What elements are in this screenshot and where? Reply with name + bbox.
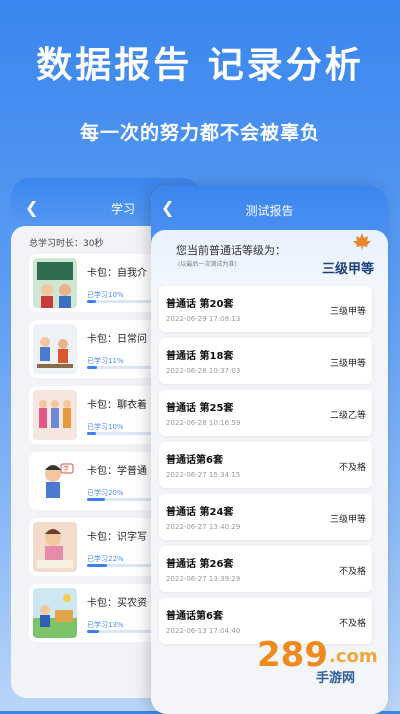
test-date: 2022-06-27 15:34:15 <box>166 471 241 479</box>
test-grade: 不及格 <box>338 463 366 473</box>
card-thumbnail <box>33 522 77 572</box>
svg-text:.com: .com <box>329 646 378 667</box>
card-thumbnail <box>33 324 77 374</box>
test-row[interactable]: 普通话 第20套 2022-06-29 17:08:13 三级甲等 <box>159 286 372 332</box>
current-level: 三级甲等 <box>321 262 374 277</box>
card-thumbnail <box>33 258 77 308</box>
card-name: 卡包：识字写 <box>87 532 147 543</box>
card-name: 卡包：日常问 <box>87 334 147 345</box>
progress-label: 已学习13% <box>87 621 124 629</box>
test-name: 普通话 第26套 <box>166 559 234 570</box>
progress-bar-fill <box>87 630 99 633</box>
test-date: 2022-06-28 10:16:59 <box>166 419 241 427</box>
progress-bar-fill <box>87 366 97 369</box>
card-thumbnail <box>33 390 77 440</box>
test-date: 2022-06-28 10:37:03 <box>166 367 241 375</box>
card-name: 卡包：聊衣着 <box>87 400 147 411</box>
progress-bar-fill <box>87 300 96 303</box>
level-question: 您当前普通话等级为： <box>176 244 286 257</box>
level-note: (以最后一次测试为准) <box>178 261 237 268</box>
progress-bar-fill <box>87 498 105 501</box>
test-date: 2022-06-29 17:08:13 <box>166 315 241 323</box>
test-row[interactable]: 普通话 第24套 2022-06-27 13:40:29 三级甲等 <box>159 494 372 540</box>
progress-label: 已学习20% <box>87 489 124 497</box>
back-arrow-icon[interactable]: ❮ <box>25 198 38 217</box>
test-grade: 二级乙等 <box>329 411 366 421</box>
card-name: 卡包：学普通 <box>87 466 147 477</box>
test-name: 普通话 第24套 <box>166 507 234 518</box>
test-row[interactable]: 普通话 第25套 2022-06-28 10:16:59 二级乙等 <box>159 390 372 436</box>
test-name: 普通话 第25套 <box>166 403 234 414</box>
test-grade: 不及格 <box>338 567 366 577</box>
maple-leaf-icon <box>353 233 371 251</box>
progress-bar-fill <box>87 432 96 435</box>
progress-label: 已学习11% <box>87 357 124 365</box>
test-row[interactable]: 普通话第6套 2022-06-27 15:34:15 不及格 <box>159 442 372 488</box>
study-time: 总学习时长：30秒 <box>29 239 104 249</box>
card-thumbnail: 学 <box>33 456 77 506</box>
test-grade: 三级甲等 <box>329 359 366 369</box>
test-date: 2022-06-13 17:04:40 <box>166 627 241 635</box>
card-name: 卡包：自我介 <box>87 268 147 279</box>
test-date: 2022-06-27 13:40:29 <box>166 523 241 531</box>
test-name: 普通话第6套 <box>166 455 223 466</box>
test-row[interactable]: 普通话 第26套 2022-06-27 13:39:29 不及格 <box>159 546 372 592</box>
test-name: 普通话 第18套 <box>166 351 234 362</box>
card-name: 卡包：买农资 <box>87 598 147 609</box>
study-title: 学习 <box>111 202 136 216</box>
test-grade: 三级甲等 <box>329 515 366 525</box>
watermark-text: 手游网 <box>316 671 356 686</box>
headline: 数据报告 记录分析 <box>36 45 364 86</box>
progress-bar-fill <box>87 564 107 567</box>
report-title: 测试报告 <box>245 204 294 218</box>
level-card: 您当前普通话等级为： (以最后一次测试为准) 三级甲等 <box>151 230 388 290</box>
test-grade: 不及格 <box>338 619 366 629</box>
test-name: 普通话 第20套 <box>166 299 234 310</box>
progress-label: 已学习22% <box>87 555 124 563</box>
card-thumbnail <box>33 588 77 638</box>
progress-label: 已学习10% <box>87 423 124 431</box>
subline: 每一次的努力都不会被辜负 <box>79 122 320 144</box>
test-date: 2022-06-27 13:39:29 <box>166 575 241 583</box>
test-name: 普通话第6套 <box>166 611 223 622</box>
progress-label: 已学习10% <box>87 291 124 299</box>
svg-text:学: 学 <box>63 465 69 473</box>
test-grade: 三级甲等 <box>329 307 366 317</box>
test-row[interactable]: 普通话 第18套 2022-06-28 10:37:03 三级甲等 <box>159 338 372 384</box>
